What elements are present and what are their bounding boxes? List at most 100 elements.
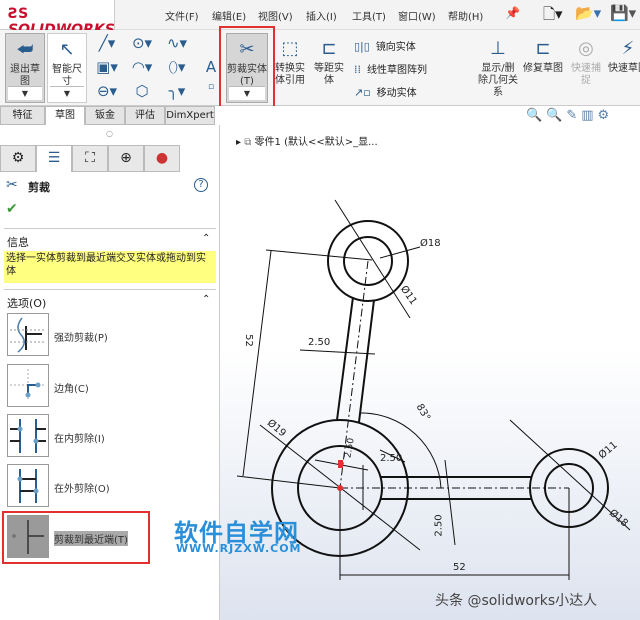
collapse-options-icon[interactable]: ⌃ [202, 294, 210, 305]
mirror-entities-button[interactable]: ▯|▯ 镜向实体 [354, 38, 416, 53]
exit-sketch-button[interactable]: ⮨ 退出草图 ▼ [5, 33, 45, 103]
divider [4, 289, 216, 290]
command-manager: ⮨ 退出草图 ▼ ↖ 智能尺寸 ▼ ╱▾ ⊙▾ ∿▾ ▣▾ ◠▾ ⬯▾ A ⊖▾ ⬡ ╮… [0, 26, 640, 110]
corner-icon [10, 369, 46, 401]
rapid-sketch-label: 快速草图 [608, 63, 640, 74]
trim-point [337, 485, 343, 491]
highlight-box [219, 26, 275, 110]
centerlines [339, 260, 569, 489]
panel-handle-icon[interactable]: ○ [106, 129, 113, 138]
relations-label: 显示/删除几何关系 [478, 63, 518, 98]
corner-label: 边角(C) [54, 384, 89, 395]
dim-offset[interactable]: 2.50 [380, 453, 402, 464]
snap-icon: ◎ [578, 38, 594, 59]
dimension-52-vertical [242, 250, 272, 477]
polygon-icon[interactable]: ⬡ [127, 82, 157, 100]
menu-file[interactable]: 文件(F) [165, 8, 199, 23]
convert-entities-button[interactable]: ⬚ 转换实体引用 [272, 33, 308, 103]
red-marker [338, 460, 343, 468]
trim-outside-icon [17, 469, 39, 503]
offset-entities-button[interactable]: ⊏ 等距实体 [310, 33, 348, 103]
credit-text: 头条 @solidworks小达人 [435, 593, 598, 609]
power-trim-icon [10, 317, 46, 353]
repair-label: 修复草图 [523, 63, 563, 74]
dim-top-outer[interactable]: Ø18 [420, 238, 441, 249]
rectangle-icon[interactable]: ▣▾ [92, 58, 122, 76]
menu-view[interactable]: 视图(V) [258, 8, 293, 23]
divider [4, 228, 216, 229]
trim-away-inside-button[interactable] [7, 414, 49, 457]
dimxpert-tab[interactable]: ⊕ [108, 145, 144, 172]
feature-tree-tab[interactable]: ⚙ [0, 145, 36, 172]
view-toolbar-icons[interactable]: 🔍🔍✎▥⚙ [526, 108, 613, 123]
pattern-icon: ⁞⁞ [354, 63, 361, 76]
spline-icon[interactable]: ∿▾ [162, 34, 192, 52]
pattern-label: 线性草图阵列 [367, 65, 427, 76]
convert-icon: ⬚ [281, 38, 299, 59]
move-label: 移动实体 [376, 88, 417, 99]
title-bar: ƧS SOLIDWORKS 文件(F) 编辑(E) 视图(V) 插入(I) 工具… [0, 0, 640, 38]
ok-check-icon[interactable]: ✔ [6, 201, 18, 217]
help-icon[interactable]: ? [194, 178, 208, 192]
property-manager-tab[interactable]: ☰ [36, 145, 72, 172]
feature-tree-icon: ⚙ [11, 150, 25, 166]
tab-dimxpert[interactable]: DimXpert [165, 106, 215, 125]
slot-icon[interactable]: ⊖▾ [92, 82, 122, 100]
menu-edit[interactable]: 编辑(E) [212, 8, 246, 23]
menu-window[interactable]: 窗口(W) [398, 8, 436, 23]
dropdown-arrow[interactable]: ▼ [8, 86, 42, 100]
trim-outside-label: 在外剪除(O) [54, 484, 110, 495]
dropdown-arrow[interactable]: ▼ [50, 86, 84, 100]
mirror-label: 镜向实体 [375, 42, 416, 53]
trim-away-outside-button[interactable] [7, 464, 49, 507]
power-trim-button[interactable] [7, 313, 49, 356]
options-header[interactable]: 选项(O) [7, 295, 46, 311]
line-icon[interactable]: ╱▾ [92, 34, 122, 52]
property-icon: ☰ [47, 150, 61, 166]
move-entities-button[interactable]: ↗▫ 移动实体 [354, 84, 417, 99]
dim-horizontal-52[interactable]: 52 [453, 562, 466, 573]
circle-icon[interactable]: ⊙▾ [127, 34, 157, 52]
panel-title: 剪裁 [28, 181, 50, 194]
watermark-url: WWW.RJZXW.COM [176, 542, 302, 555]
tab-evaluate[interactable]: 评估 [125, 106, 165, 125]
ellipse-icon[interactable]: ⬯▾ [162, 58, 192, 76]
move-icon: ↗▫ [354, 86, 371, 99]
menu-insert[interactable]: 插入(I) [306, 8, 337, 23]
rapid-sketch-icon: ⚡ [621, 38, 635, 59]
smart-dimension-button[interactable]: ↖ 智能尺寸 ▼ [47, 33, 87, 103]
linear-pattern-button[interactable]: ⁞⁞ 线性草图阵列 [354, 61, 427, 76]
save-icon[interactable]: 💾▾ [610, 4, 636, 22]
pin-icon[interactable]: 📌 [505, 6, 520, 20]
dim-vertical-52[interactable]: 52 [243, 334, 254, 347]
tab-sketch[interactable]: 草图 [45, 106, 85, 125]
arc-icon[interactable]: ◠▾ [127, 58, 157, 76]
appearance-tab[interactable]: ● [144, 145, 180, 172]
solidworks-logo[interactable]: ƧS SOLIDWORKS [0, 0, 115, 38]
quick-snaps-button[interactable]: ◎ 快速捕捉 [568, 33, 604, 103]
corner-trim-button[interactable] [7, 364, 49, 407]
menu-help[interactable]: 帮助(H) [448, 8, 483, 23]
tab-sheet-metal[interactable]: 钣金 [85, 106, 125, 125]
info-header[interactable]: 信息 [7, 234, 29, 250]
command-tabs: 特征 草图 钣金 评估 DimXpert 🔍🔍✎▥⚙ [0, 106, 640, 125]
menu-tools[interactable]: 工具(T) [352, 8, 386, 23]
collapse-info-icon[interactable]: ⌃ [202, 233, 210, 244]
tab-features[interactable]: 特征 [0, 106, 45, 125]
dim-rod-width[interactable]: 2.50 [308, 337, 330, 348]
relations-icon: ⊥ [490, 38, 506, 59]
dim-rod-height[interactable]: 2.50 [434, 514, 445, 536]
configuration-tab[interactable]: ⛶ [72, 145, 108, 172]
trim-icon: ✂ [6, 177, 18, 193]
convert-label: 转换实体引用 [275, 63, 305, 86]
fillet-icon[interactable]: ╮▾ [162, 82, 192, 100]
repair-sketch-button[interactable]: ⊏ 修复草图 [522, 33, 564, 103]
highlight-box [2, 511, 150, 564]
crosshair-icon: ⊕ [120, 150, 132, 166]
new-file-icon[interactable]: 🗋▾ [543, 4, 563, 29]
open-file-icon[interactable]: 📂▾ [575, 4, 601, 22]
relations-button[interactable]: ⊥ 显示/删除几何关系 [478, 33, 518, 103]
power-trim-label: 强劲剪裁(P) [54, 333, 108, 344]
smart-dimension-label: 智能尺寸 [52, 64, 82, 87]
rapid-sketch-button[interactable]: ⚡ 快速草图 [608, 33, 640, 103]
